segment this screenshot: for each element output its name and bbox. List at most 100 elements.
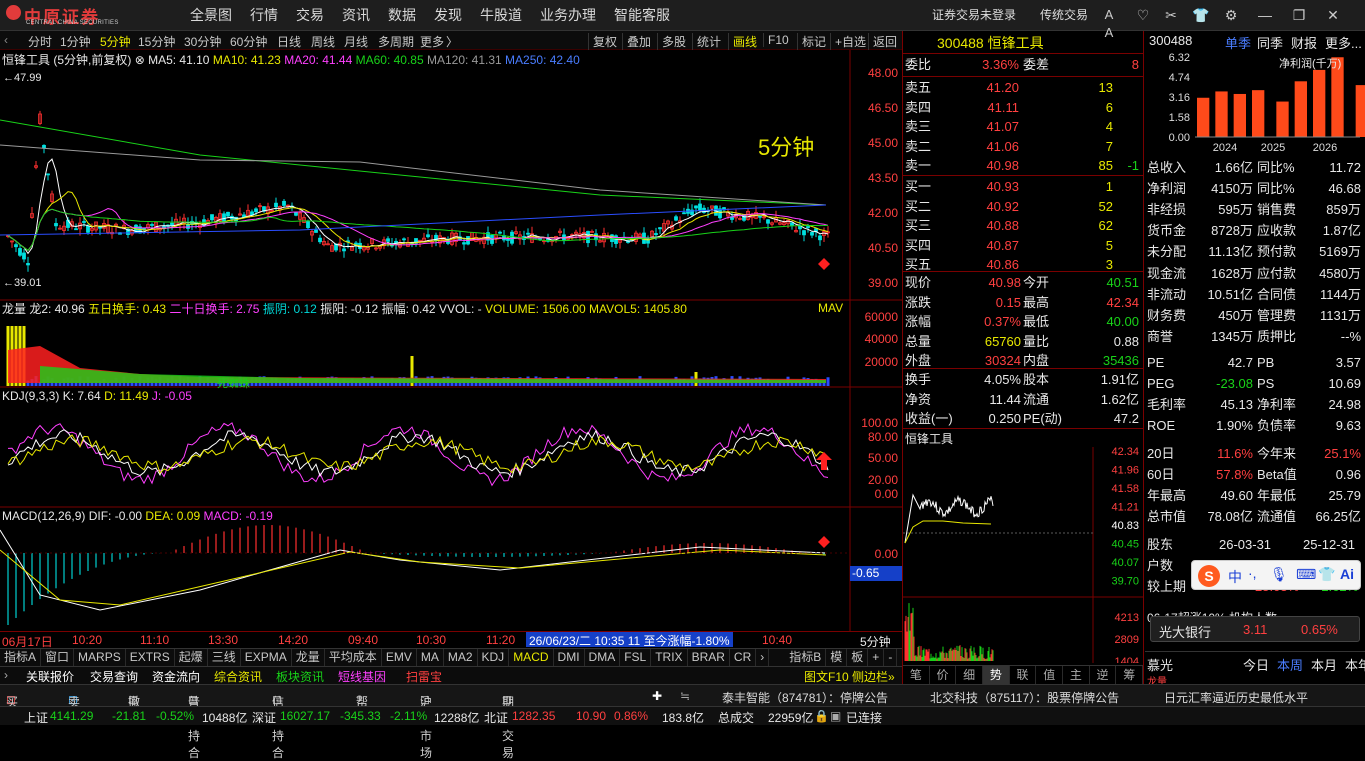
fin-tab-same-q[interactable]: 同季	[1257, 33, 1283, 52]
btn-draw[interactable]: 画线	[728, 33, 757, 50]
menu-news[interactable]: 资讯	[342, 0, 370, 31]
ticker-news-3[interactable]: 日元汇率逼近历史最低水平	[1164, 689, 1308, 706]
fin-tab-report[interactable]: 财报	[1291, 33, 1317, 52]
close-icon[interactable]: ✕	[1324, 6, 1342, 24]
period-week[interactable]: 周线	[311, 33, 335, 50]
tab-fsl[interactable]: FSL	[620, 649, 652, 666]
bid-level[interactable]: 买四 40.87 5	[903, 236, 1143, 255]
period-15min[interactable]: 15分钟	[138, 33, 175, 50]
sz-label[interactable]: 深证	[252, 709, 276, 726]
ask-level[interactable]: 卖四 41.11 6	[903, 98, 1143, 117]
ticker-news-1[interactable]: 泰丰智能（874781）：停牌公告	[722, 689, 888, 706]
tab-dmi[interactable]: DMI	[554, 649, 585, 666]
menu-bull-stocks[interactable]: 牛股道	[480, 0, 522, 31]
bid-level[interactable]: 买三 40.88 62	[903, 216, 1143, 235]
btn-rights[interactable]: 复权	[588, 33, 617, 50]
menu-quotes[interactable]: 行情	[250, 0, 278, 31]
rank-tab-month[interactable]: 本月	[1311, 655, 1337, 674]
ask-level[interactable]: 卖五 41.20 13	[903, 78, 1143, 97]
func-trade-query[interactable]: 交易查询	[90, 668, 138, 685]
ime-toolbar[interactable]: S 中 ·, 🎙 ⌨ 👕 Ai	[1191, 560, 1361, 590]
tab-zoom-in[interactable]: +	[868, 649, 885, 666]
func-mine-sweeper[interactable]: 扫雷宝	[406, 668, 442, 685]
mini-tab[interactable]: 势	[983, 666, 1010, 684]
tab-zoom-out[interactable]: -	[884, 649, 898, 666]
tab-sanxian[interactable]: 三线	[208, 649, 241, 666]
mini-tab[interactable]: 主	[1063, 666, 1090, 684]
menu-panorama[interactable]: 全景图	[190, 0, 232, 31]
tab-more-arrow[interactable]: ›	[756, 649, 770, 666]
tab-board[interactable]: 板	[847, 649, 869, 666]
func-news[interactable]: 综合资讯	[214, 668, 262, 685]
minimize-icon[interactable]: —	[1256, 6, 1274, 24]
tab-indicator-b[interactable]: 指标B	[785, 649, 827, 666]
ime-punct-icon[interactable]: ·,	[1248, 565, 1257, 581]
mini-tab[interactable]: 筹	[1116, 666, 1144, 684]
tab-qibao[interactable]: 起爆	[175, 649, 208, 666]
collapse-icon[interactable]: ‹	[4, 33, 8, 47]
tab-dma[interactable]: DMA	[585, 649, 621, 666]
func-sector-news[interactable]: 板块资讯	[276, 668, 324, 685]
ticker-news-2[interactable]: 北交科技（875117）：股票停牌公告	[930, 689, 1119, 706]
ask-level[interactable]: 卖二 41.06 7	[903, 137, 1143, 156]
trade-mode[interactable]: 传统交易	[1040, 0, 1088, 31]
period-day[interactable]: 日线	[277, 33, 301, 50]
btn-add-watch[interactable]: +自选	[830, 33, 866, 50]
btn-multi-stock[interactable]: 多股	[657, 33, 686, 50]
func-short-gene[interactable]: 短线基因	[338, 668, 386, 685]
mini-intraday-chart[interactable]: 42.34 41.96 41.58 41.21 40.83 40.45 40.07 39.70…	[903, 447, 1143, 663]
period-60min[interactable]: 60分钟	[230, 33, 267, 50]
tab-ma[interactable]: MA	[417, 649, 444, 666]
restore-icon[interactable]: ❐	[1290, 6, 1308, 24]
tab-macd[interactable]: MACD	[509, 649, 554, 666]
scissors-icon[interactable]: ✂	[1162, 6, 1180, 24]
tab-kdj[interactable]: KDJ	[478, 649, 510, 666]
mini-tab[interactable]: 笔	[903, 666, 930, 684]
fin-tab-quarter[interactable]: 单季	[1225, 33, 1251, 52]
period-tick[interactable]: 分时	[28, 33, 52, 50]
func-f10-sidebar[interactable]: 图文F10 侧边栏»	[804, 668, 895, 685]
ime-keyboard-icon[interactable]: ⌨	[1296, 566, 1316, 583]
menu-trade[interactable]: 交易	[296, 0, 324, 31]
btn-mark[interactable]: 标记	[797, 33, 826, 50]
ime-logo-icon[interactable]: S	[1198, 565, 1220, 587]
func-arrow-icon[interactable]: ›	[4, 668, 8, 682]
btn-f10[interactable]: F10	[763, 33, 789, 47]
more-arrow-icon[interactable]: 〉	[446, 33, 458, 50]
ask-level[interactable]: 卖一 40.98 85 -1	[903, 156, 1143, 175]
heart-icon[interactable]: ♡	[1134, 6, 1152, 24]
menu-discover[interactable]: 发现	[434, 0, 462, 31]
add-icon[interactable]: ✚	[652, 689, 662, 703]
ask-level[interactable]: 卖三 41.07 4	[903, 117, 1143, 136]
bid-level[interactable]: 买二 40.92 52	[903, 197, 1143, 216]
fin-tab-more[interactable]: 更多...	[1325, 33, 1362, 52]
period-month[interactable]: 月线	[344, 33, 368, 50]
period-5min[interactable]: 5分钟	[100, 33, 131, 50]
btn-stats[interactable]: 统计	[692, 33, 721, 50]
tab-brar[interactable]: BRAR	[688, 649, 730, 666]
ime-ai-icon[interactable]: Ai	[1340, 566, 1354, 582]
tab-window[interactable]: 窗口	[41, 649, 75, 666]
tab-expma[interactable]: EXPMA	[241, 649, 292, 666]
period-1min[interactable]: 1分钟	[60, 33, 91, 50]
tab-template[interactable]: 模	[826, 649, 848, 666]
rank-tab-year[interactable]: 本年	[1345, 655, 1365, 674]
func-fund-flow[interactable]: 资金流向	[152, 668, 200, 685]
tab-marps[interactable]: MARPS	[74, 649, 126, 666]
mini-tab[interactable]: 联	[1010, 666, 1037, 684]
stock-toast[interactable]: 光大银行 3.11 0.65%	[1150, 616, 1360, 642]
btn-back[interactable]: 返回	[868, 33, 897, 50]
font-size-icon[interactable]: A A	[1100, 6, 1118, 40]
menu-data[interactable]: 数据	[388, 0, 416, 31]
bid-level[interactable]: 买一 40.93 1	[903, 177, 1143, 196]
mini-tab[interactable]: 逆	[1090, 666, 1117, 684]
tab-avg-cost[interactable]: 平均成本	[325, 649, 382, 666]
ime-chinese-icon[interactable]: 中	[1228, 567, 1242, 587]
func-related-quote[interactable]: 关联报价	[26, 668, 74, 685]
ime-skin-icon[interactable]: 👕	[1318, 566, 1335, 583]
ime-mic-icon[interactable]: 🎙	[1270, 566, 1288, 583]
rank-tab-today[interactable]: 今日	[1243, 655, 1269, 674]
period-30min[interactable]: 30分钟	[184, 33, 221, 50]
period-more[interactable]: 更多	[420, 33, 444, 50]
settings-icon[interactable]: ⚙	[1222, 6, 1240, 24]
